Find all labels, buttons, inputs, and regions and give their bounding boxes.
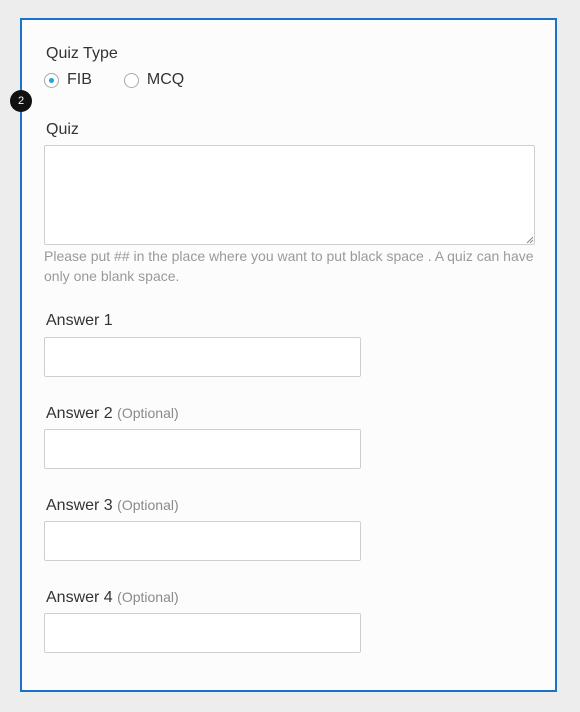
answer-2-input[interactable]: [44, 429, 361, 469]
quiz-type-radio-group: FIB MCQ: [44, 70, 216, 90]
quiz-label: Quiz: [46, 121, 79, 138]
answer-3-input[interactable]: [44, 521, 361, 561]
radio-button-mcq[interactable]: [123, 72, 139, 88]
radio-label-fib: FIB: [67, 71, 92, 88]
radio-button-fib[interactable]: [44, 72, 59, 88]
radio-option-mcq[interactable]: MCQ: [123, 71, 185, 89]
answer-3-label-text: Answer 3: [46, 497, 113, 514]
answer-2-label: Answer 2 (Optional): [46, 403, 179, 424]
answer-4-label-text: Answer 4: [46, 589, 113, 606]
quiz-help-text: Please put ## in the place where you wan…: [44, 248, 534, 284]
answer-3-label: Answer 3 (Optional): [46, 495, 179, 516]
answer-4-input[interactable]: [44, 613, 361, 653]
radio-option-fib[interactable]: FIB: [44, 71, 92, 89]
radio-label-mcq: MCQ: [146, 71, 185, 88]
answer-1-label: Answer 1: [46, 311, 113, 331]
answer-4-optional-note: (Optional): [117, 589, 179, 605]
resize-grip-icon[interactable]: [526, 236, 534, 244]
answer-2-label-text: Answer 2: [46, 405, 113, 422]
answer-4-label: Answer 4 (Optional): [46, 587, 179, 608]
quiz-form-panel: Quiz Type FIB MCQ Quiz Please put ## in …: [20, 18, 557, 692]
answer-1-label-text: Answer 1: [46, 312, 113, 329]
quiz-textarea[interactable]: [44, 145, 535, 245]
answer-3-optional-note: (Optional): [117, 497, 179, 513]
answer-2-optional-note: (Optional): [117, 405, 179, 421]
step-number-badge: 2: [10, 90, 32, 112]
quiz-type-label: Quiz Type: [46, 45, 118, 62]
answer-1-input[interactable]: [44, 337, 361, 377]
